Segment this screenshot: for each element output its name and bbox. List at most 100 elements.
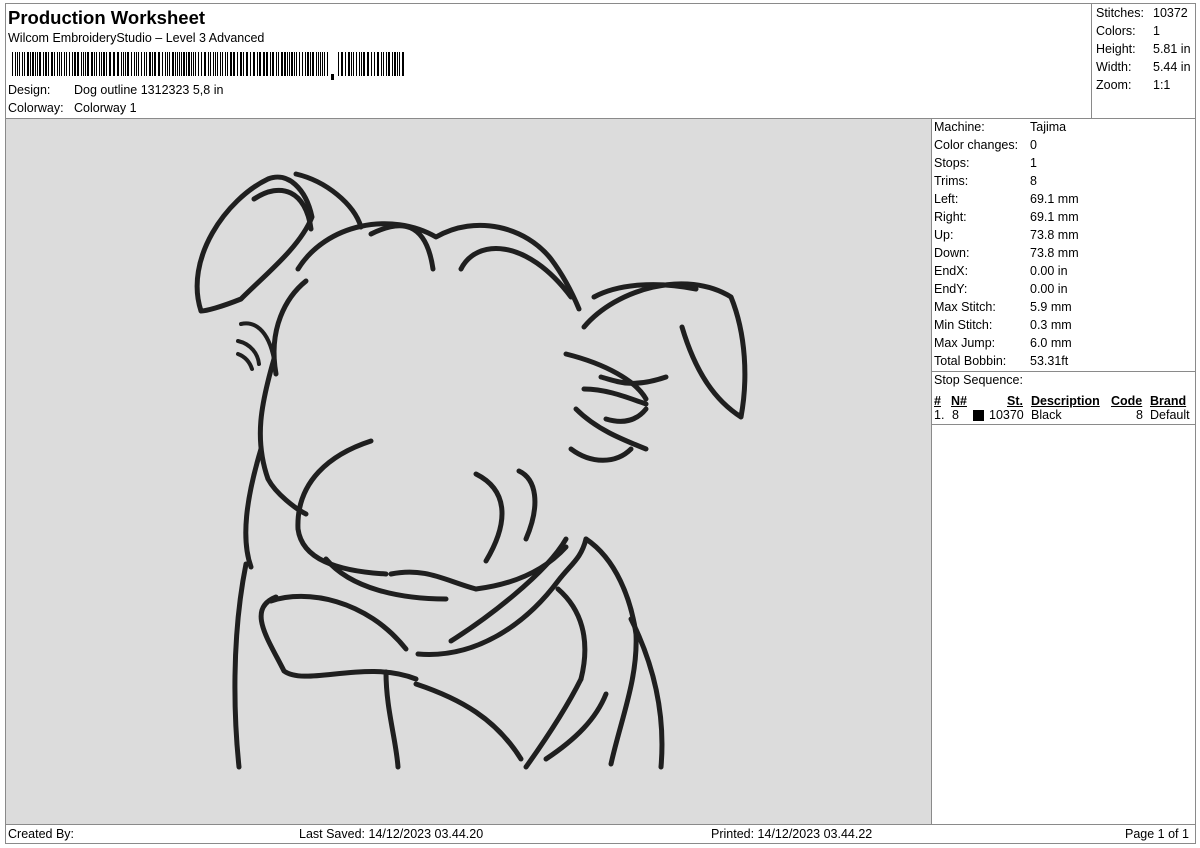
endy-value: 0.00 in xyxy=(1030,282,1068,296)
total-bobbin-label: Total Bobbin: xyxy=(934,354,1007,368)
color-changes-label: Color changes: xyxy=(934,138,1019,152)
color-changes-value: 0 xyxy=(1030,138,1037,152)
col-brand: Brand xyxy=(1150,394,1187,408)
design-value: Dog outline 1312323 5,8 in xyxy=(74,83,224,97)
zoom-value: 1:1 xyxy=(1153,78,1171,92)
max-stitch-value: 5.9 mm xyxy=(1030,300,1072,314)
right-chest-curl xyxy=(555,586,588,682)
mouth-line xyxy=(388,569,479,592)
head-left-contour xyxy=(271,278,309,377)
muzzle-right xyxy=(516,468,538,542)
color-swatch xyxy=(973,410,984,421)
chin-line xyxy=(323,556,449,602)
colors-label: Colors: xyxy=(1096,24,1136,38)
stops-value: 1 xyxy=(1030,156,1037,170)
right-label: Right: xyxy=(934,210,967,224)
trims-row: Trims: 8 xyxy=(934,174,1037,188)
stop-sequence-divider xyxy=(932,371,1196,372)
endx-value: 0.00 in xyxy=(1030,264,1068,278)
max-jump-value: 6.0 mm xyxy=(1030,336,1072,350)
total-bobbin-row: Total Bobbin: 53.31ft xyxy=(934,354,1068,368)
machine-value: Tajima xyxy=(1030,120,1067,134)
head-top xyxy=(295,221,582,312)
min-stitch-row: Min Stitch: 0.3 mm xyxy=(934,318,1072,332)
up-row: Up: 73.8 mm xyxy=(934,228,1079,242)
zoom-label: Zoom: xyxy=(1096,78,1132,92)
software-name: Wilcom EmbroideryStudio – Level 3 Advanc… xyxy=(8,31,265,45)
muzzle-left xyxy=(295,438,389,577)
down-value: 73.8 mm xyxy=(1030,246,1079,260)
col-index: # xyxy=(934,394,941,408)
chest-center xyxy=(413,681,524,762)
forehead-line-2 xyxy=(458,246,574,300)
worksheet-footer: Created By: Last Saved: 14/12/2023 03.44… xyxy=(5,824,1196,845)
stops-row: Stops: 1 xyxy=(934,156,1037,170)
page-number: Page 1 of 1 xyxy=(1125,827,1189,841)
chest-left-2 xyxy=(268,593,409,652)
down-row: Down: 73.8 mm xyxy=(934,246,1079,260)
right-row: Right: 69.1 mm xyxy=(934,210,1079,224)
left-body xyxy=(232,561,249,770)
max-jump-label: Max Jump: xyxy=(934,336,996,350)
max-jump-row: Max Jump: 6.0 mm xyxy=(934,336,1072,350)
height-label: Height: xyxy=(1096,42,1136,56)
machine-info-panel: Machine: Tajima Color changes: 0 Stops: 1 T… xyxy=(932,119,1196,824)
col-stitches: St. xyxy=(1007,394,1023,408)
table-bottom-divider xyxy=(932,424,1196,425)
max-stitch-label: Max Stitch: xyxy=(934,300,996,314)
dog-outline-artwork xyxy=(194,171,748,770)
left-neck xyxy=(243,446,264,570)
trims-value: 8 xyxy=(1030,174,1037,188)
width-row: Width: 5.44 in xyxy=(1096,60,1191,74)
color-changes-row: Color changes: 0 xyxy=(934,138,1037,152)
row-needle: 8 xyxy=(952,408,959,422)
colors-row: Colors: 1 xyxy=(1096,24,1160,38)
stitches-row: Stitches: 10372 xyxy=(1096,6,1188,20)
colorway-value: Colorway 1 xyxy=(74,101,137,115)
right-cheek-line-3 xyxy=(598,374,669,386)
row-stitches: 10370 xyxy=(989,408,1024,422)
printed-date: Printed: 14/12/2023 03.44.22 xyxy=(711,827,873,841)
left-cheek-curl-3 xyxy=(236,352,254,371)
colorway-row: Colorway: Colorway 1 xyxy=(8,101,137,115)
left-value: 69.1 mm xyxy=(1030,192,1079,206)
stitches-value: 10372 xyxy=(1153,6,1188,20)
chest-left xyxy=(258,594,419,682)
endy-label: EndY: xyxy=(934,282,968,296)
right-ear xyxy=(581,281,748,420)
created-by: Created By: xyxy=(8,827,75,841)
col-needle: N# xyxy=(951,394,967,408)
colorway-label: Colorway: xyxy=(8,101,64,115)
worksheet-header: Production Worksheet Wilcom EmbroiderySt… xyxy=(5,3,1092,118)
design-preview[interactable] xyxy=(6,119,932,824)
stops-label: Stops: xyxy=(934,156,970,170)
design-row: Design: Dog outline 1312323 5,8 in xyxy=(8,83,223,97)
colors-value: 1 xyxy=(1153,24,1160,38)
row-code: 8 xyxy=(1136,408,1143,422)
height-row: Height: 5.81 in xyxy=(1096,42,1191,56)
muzzle-center xyxy=(473,471,505,564)
width-label: Width: xyxy=(1096,60,1132,74)
right-jaw-2 xyxy=(603,406,649,424)
right-cheek-line-2 xyxy=(581,386,649,407)
left-row: Left: 69.1 mm xyxy=(934,192,1079,206)
right-body-inner xyxy=(583,536,639,767)
page-title: Production Worksheet xyxy=(8,7,206,28)
endx-label: EndX: xyxy=(934,264,969,278)
design-label: Design: xyxy=(8,83,51,97)
height-value: 5.81 in xyxy=(1153,42,1191,56)
row-brand: Default xyxy=(1150,408,1190,422)
down-label: Down: xyxy=(934,246,970,260)
left-face-contour xyxy=(257,356,309,517)
last-saved: Last Saved: 14/12/2023 03.44.20 xyxy=(299,827,484,841)
width-value: 5.44 in xyxy=(1153,60,1191,74)
row-index: 1. xyxy=(934,408,945,422)
col-description: Description xyxy=(1031,394,1100,408)
summary-panel: Stitches: 10372 Colors: 1 Height: 5.81 in W… xyxy=(1091,3,1196,118)
col-code: Code xyxy=(1111,394,1143,408)
up-label: Up: xyxy=(934,228,954,242)
machine-label: Machine: xyxy=(934,120,985,134)
trims-label: Trims: xyxy=(934,174,969,188)
total-bobbin-value: 53.31ft xyxy=(1030,354,1069,368)
min-stitch-label: Min Stitch: xyxy=(934,318,993,332)
